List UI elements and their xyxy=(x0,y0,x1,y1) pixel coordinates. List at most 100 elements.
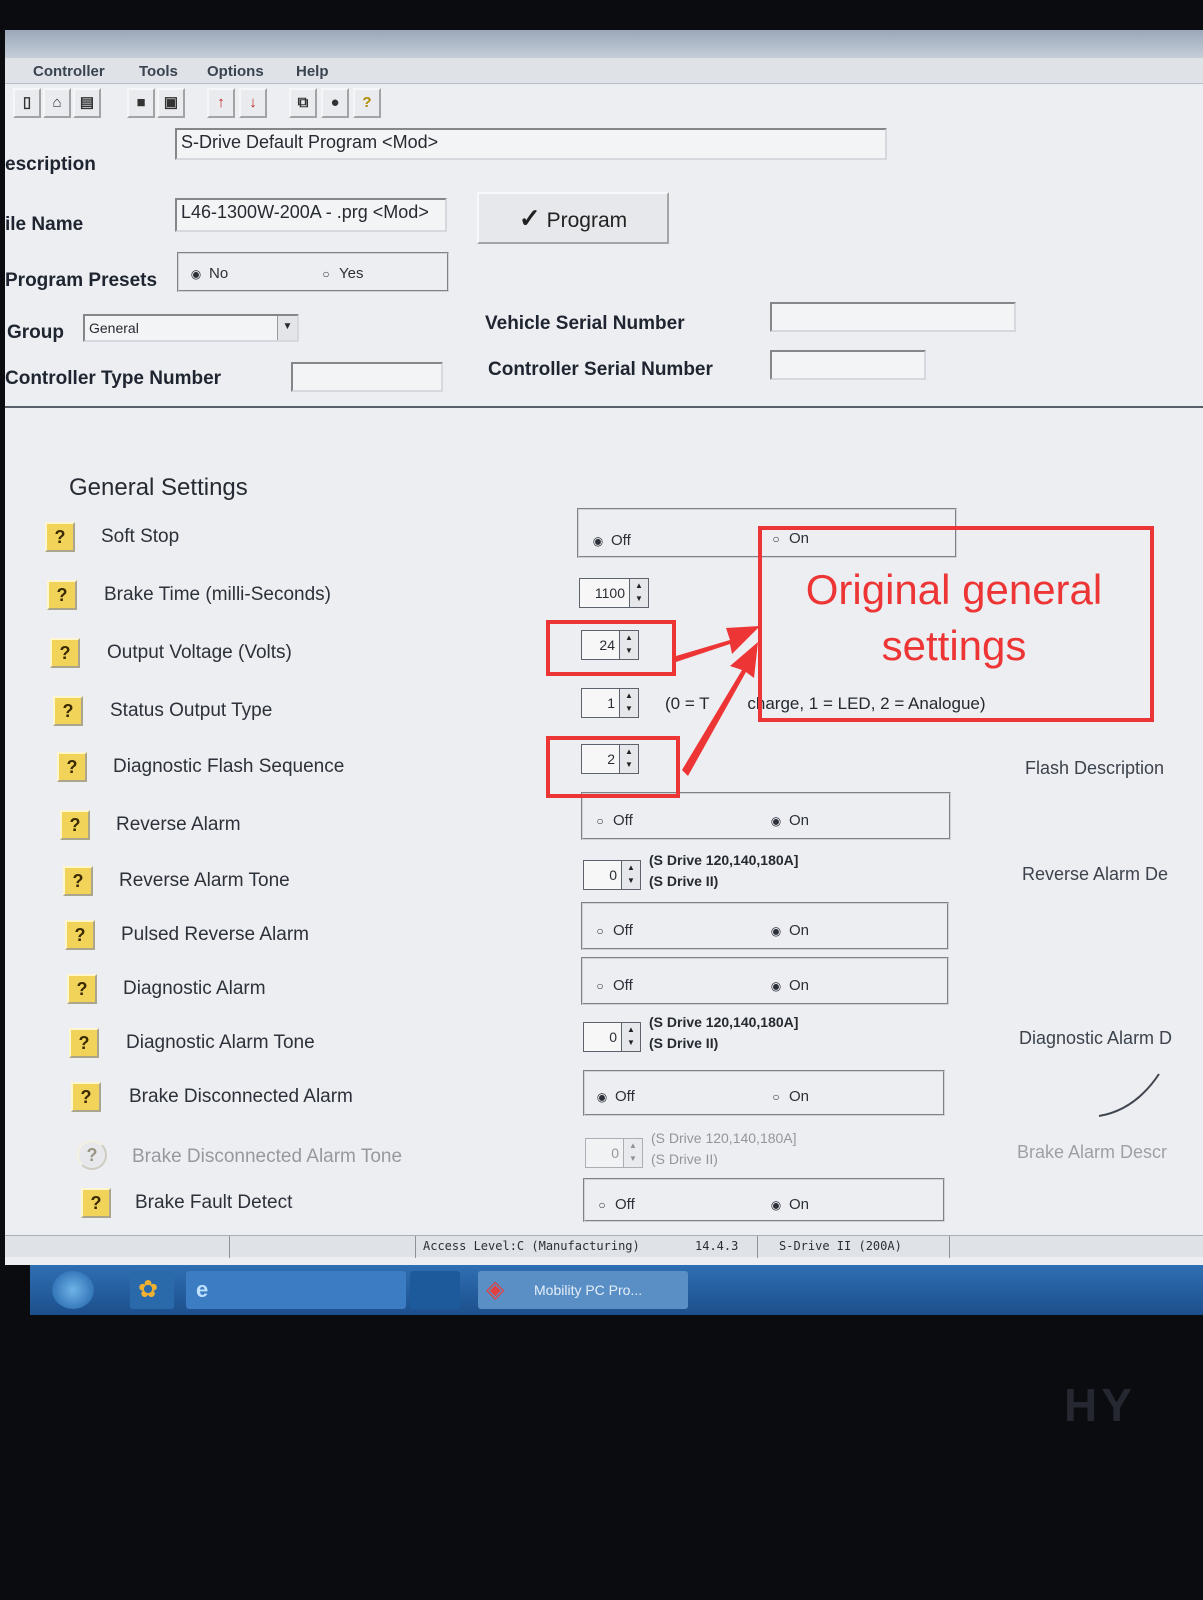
pulsed-reverse-alarm-off-radio[interactable]: ○ Off xyxy=(593,922,632,939)
diagnostic-alarm-tone-value[interactable]: 0 xyxy=(583,1022,621,1052)
help-icon[interactable]: ? xyxy=(45,522,75,552)
status-version: 14.4.3 xyxy=(695,1239,739,1253)
brake-time-value[interactable]: 1100 xyxy=(579,578,629,608)
radio-selected-icon: ◉ xyxy=(770,814,782,828)
file-name-label: ile Name xyxy=(5,214,84,235)
brake-fault-detect-label: Brake Fault Detect xyxy=(135,1192,293,1213)
group-label: Group xyxy=(7,322,64,343)
reverse-alarm-on-radio[interactable]: ◉ On xyxy=(769,812,809,829)
presets-no-radio[interactable]: ◉ No xyxy=(189,265,228,282)
start-button-icon[interactable] xyxy=(52,1271,94,1309)
brake-alarm-description-label: Brake Alarm Descr xyxy=(1017,1142,1168,1162)
help-icon[interactable]: ? xyxy=(71,1082,101,1112)
new-icon[interactable]: ▯ xyxy=(13,88,41,118)
controller-type-field[interactable] xyxy=(291,362,443,392)
help-icon[interactable]: ? xyxy=(65,920,95,950)
copy-icon[interactable]: ⧉ xyxy=(289,88,317,118)
status-output-type-value[interactable]: 1 xyxy=(581,688,619,718)
spin-arrows-icon[interactable]: ▲ ▼ xyxy=(621,1022,641,1052)
help-icon[interactable]: ? xyxy=(67,974,97,1004)
save-as-icon[interactable]: ▣ xyxy=(157,88,185,118)
help-icon[interactable]: ? xyxy=(50,638,80,668)
monitor-brand-logo: HY xyxy=(1064,1379,1136,1431)
open-icon[interactable]: ⌂ xyxy=(43,88,71,118)
help-icon[interactable]: ? xyxy=(57,752,87,782)
help-icon[interactable]: ? xyxy=(353,88,381,118)
brake-disconnected-alarm-tone-models: (S Drive 120,140,180A] (S Drive II) xyxy=(651,1130,797,1167)
pulsed-reverse-alarm-on-radio[interactable]: ◉ On xyxy=(769,922,809,939)
upload-icon[interactable]: ↑ xyxy=(207,88,235,118)
print-icon[interactable]: ▤ xyxy=(73,88,101,118)
brake-fault-detect-off-radio[interactable]: ○ Off xyxy=(595,1196,634,1213)
checkmark-icon: ✓ xyxy=(518,203,541,233)
help-icon[interactable]: ? xyxy=(47,580,77,610)
controller-serial-label: Controller Serial Number xyxy=(488,359,713,380)
output-voltage-label: Output Voltage (Volts) xyxy=(107,642,292,663)
reverse-alarm-tone-value[interactable]: 0 xyxy=(583,860,621,890)
pen-stroke-mark xyxy=(1098,1073,1160,1117)
save-icon[interactable]: ■ xyxy=(127,88,155,118)
highlight-box-output-voltage xyxy=(546,620,676,676)
spin-arrows-icon[interactable]: ▲ ▼ xyxy=(621,860,641,890)
reverse-alarm-off-radio[interactable]: ○ Off xyxy=(593,812,632,829)
vehicle-serial-field[interactable] xyxy=(770,302,1016,332)
radio-empty-icon: ○ xyxy=(596,979,604,993)
pulsed-reverse-alarm-label: Pulsed Reverse Alarm xyxy=(121,924,309,945)
brake-disconnected-alarm-off-radio[interactable]: ◉ Off xyxy=(595,1088,635,1105)
status-bar: Access Level:C (Manufacturing) 14.4.3 S-… xyxy=(5,1235,1203,1258)
description-field[interactable]: S-Drive Default Program <Mod> xyxy=(175,128,887,160)
annotation-arrows xyxy=(676,626,760,776)
diagnostic-alarm-tone-label: Diagnostic Alarm Tone xyxy=(126,1032,315,1053)
diagnostic-alarm-tone-models: (S Drive 120,140,180A] (S Drive II) xyxy=(649,1014,799,1051)
spin-arrows-icon[interactable]: ▲ ▼ xyxy=(619,688,639,718)
description-label: escription xyxy=(5,154,96,175)
brake-disconnected-alarm-group: ◉ Off ○ On xyxy=(583,1070,945,1116)
menu-help[interactable]: Help xyxy=(296,63,329,80)
lock-icon[interactable]: ● xyxy=(321,88,349,118)
diagnostic-alarm-on-radio[interactable]: ◉ On xyxy=(769,977,809,994)
taskbar-browser[interactable]: e xyxy=(186,1271,406,1309)
taskbar-ime[interactable] xyxy=(410,1271,460,1309)
brake-fault-detect-on-radio[interactable]: ◉ On xyxy=(769,1196,809,1213)
file-name-field[interactable]: L46-1300W-200A - .prg <Mod> xyxy=(175,198,447,232)
menu-tools[interactable]: Tools xyxy=(139,63,178,80)
flash-description-label: Flash Description xyxy=(1025,758,1165,778)
taskbar: ✿ e ◈ Mobility PC Pro... xyxy=(30,1265,1203,1315)
radio-selected-icon: ◉ xyxy=(770,924,782,938)
help-icon[interactable]: ? xyxy=(69,1028,99,1058)
program-button[interactable]: ✓ Program xyxy=(477,192,669,244)
app-launcher-icon[interactable]: ✿ xyxy=(130,1271,174,1309)
status-controller: S-Drive II (200A) xyxy=(779,1239,902,1253)
brake-disconnected-alarm-tone-label: Brake Disconnected Alarm Tone xyxy=(132,1146,403,1167)
status-access-level: Access Level:C (Manufacturing) xyxy=(423,1239,640,1253)
help-icon[interactable]: ? xyxy=(60,810,90,840)
taskbar-mobility-pc-pro[interactable]: ◈ Mobility PC Pro... xyxy=(478,1271,688,1309)
diagnostic-alarm-group: ○ Off ◉ On xyxy=(581,957,949,1005)
vehicle-serial-label: Vehicle Serial Number xyxy=(485,313,685,334)
download-icon[interactable]: ↓ xyxy=(239,88,267,118)
help-icon[interactable]: ? xyxy=(63,866,93,896)
brake-disconnected-alarm-label: Brake Disconnected Alarm xyxy=(129,1086,353,1107)
diagnostic-alarm-off-radio[interactable]: ○ Off xyxy=(593,977,632,994)
title-bar[interactable] xyxy=(5,30,1203,58)
spin-arrows-icon[interactable]: ▲ ▼ xyxy=(629,578,649,608)
radio-empty-icon: ○ xyxy=(322,267,330,281)
menu-options[interactable]: Options xyxy=(207,63,264,80)
presets-yes-radio[interactable]: ○ Yes xyxy=(319,265,363,282)
brake-disconnected-alarm-on-radio[interactable]: ○ On xyxy=(769,1088,809,1105)
spin-arrows-icon: ▲ ▼ xyxy=(623,1138,643,1168)
diagnostic-alarm-label: Diagnostic Alarm xyxy=(123,978,266,999)
status-divider xyxy=(229,1236,230,1258)
radio-selected-icon: ◉ xyxy=(596,1090,608,1104)
help-icon[interactable]: ? xyxy=(53,696,83,726)
radio-selected-icon: ◉ xyxy=(592,534,604,548)
chevron-down-icon[interactable]: ▼ xyxy=(277,316,297,340)
help-icon: ? xyxy=(77,1140,107,1170)
controller-serial-field[interactable] xyxy=(770,350,926,380)
diagnostic-alarm-description-label: Diagnostic Alarm D xyxy=(1019,1028,1173,1048)
help-icon[interactable]: ? xyxy=(81,1188,111,1218)
soft-stop-off-radio[interactable]: ◉ Off xyxy=(591,532,631,549)
status-divider xyxy=(415,1236,416,1258)
group-select[interactable]: General ▼ xyxy=(83,314,299,342)
menu-controller[interactable]: Controller xyxy=(33,63,105,80)
